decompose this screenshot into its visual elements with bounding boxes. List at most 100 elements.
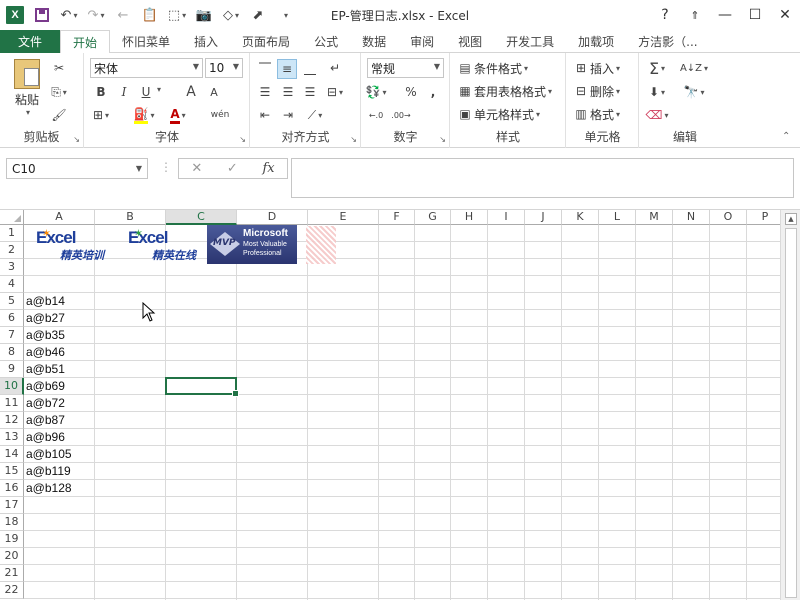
- align-middle-icon[interactable]: ≡: [277, 59, 297, 79]
- undo-icon[interactable]: ↶ ▾: [57, 4, 81, 26]
- select-objects-icon[interactable]: ⬚ ▾: [165, 4, 189, 26]
- insert-function-button[interactable]: fx: [262, 161, 274, 176]
- shrink-font-button[interactable]: A: [205, 83, 223, 101]
- row-header-8[interactable]: 8: [0, 344, 24, 361]
- increase-indent-icon[interactable]: ⇥: [279, 106, 297, 124]
- row-header-14[interactable]: 14: [0, 446, 24, 463]
- column-header-f[interactable]: F: [379, 210, 415, 225]
- formula-input[interactable]: [291, 158, 794, 198]
- row-header-16[interactable]: 16: [0, 480, 24, 497]
- excel-app-icon[interactable]: X: [6, 6, 24, 24]
- tab-insert[interactable]: 插入: [182, 30, 230, 53]
- underline-button[interactable]: U: [137, 83, 155, 101]
- cell-styles-button[interactable]: ▣ 单元格样式 ▾: [456, 105, 540, 123]
- paste-button[interactable]: 粘贴 ▾: [10, 59, 44, 117]
- column-header-j[interactable]: J: [525, 210, 562, 225]
- cut-icon[interactable]: ✂: [50, 59, 68, 77]
- row-header-19[interactable]: 19: [0, 531, 24, 548]
- font-launcher-icon[interactable]: ↘: [239, 135, 246, 144]
- column-header-m[interactable]: M: [636, 210, 673, 225]
- merge-center-icon[interactable]: ⊟ ▾: [326, 83, 344, 101]
- column-header-h[interactable]: H: [451, 210, 488, 225]
- conditional-format-button[interactable]: ▤ 条件格式 ▾: [456, 59, 528, 77]
- row-header-5[interactable]: 5: [0, 293, 24, 310]
- cell-a16[interactable]: a@b128: [24, 480, 95, 497]
- fill-color-icon[interactable]: ⛽ ▾: [133, 106, 154, 124]
- save-icon[interactable]: [30, 4, 54, 26]
- percent-button[interactable]: %: [402, 83, 420, 101]
- cell-a12[interactable]: a@b87: [24, 412, 95, 429]
- borders-icon[interactable]: ⊞ ▾: [92, 106, 110, 124]
- tab-classic-menu[interactable]: 怀旧菜单: [110, 30, 182, 53]
- row-header-1[interactable]: 1: [0, 225, 24, 242]
- mvp-logo[interactable]: MVP Microsoft Most Valuable Professional: [207, 225, 297, 264]
- decrease-indent-icon[interactable]: ⇤: [256, 106, 274, 124]
- shapes-icon[interactable]: ◇ ▾: [219, 4, 243, 26]
- row-header-2[interactable]: 2: [0, 242, 24, 259]
- insert-cells-button[interactable]: ⊞ 插入 ▾: [572, 59, 620, 77]
- underline-dropdown[interactable]: ▾: [155, 85, 161, 94]
- row-header-7[interactable]: 7: [0, 327, 24, 344]
- row-header-10[interactable]: 10: [0, 378, 24, 395]
- comma-button[interactable]: ,: [424, 83, 442, 101]
- row-header-9[interactable]: 9: [0, 361, 24, 378]
- formula-bar-resize-handle[interactable]: ⋮: [160, 160, 172, 174]
- close-button[interactable]: ✕: [770, 0, 800, 30]
- camera-icon[interactable]: 📷: [192, 4, 216, 26]
- tab-file[interactable]: 文件: [0, 30, 60, 53]
- cell-a9[interactable]: a@b51: [24, 361, 95, 378]
- align-top-icon[interactable]: ⎺: [256, 59, 274, 77]
- excel-training-logo[interactable]: Excel ✶ 精英培训: [26, 226, 118, 264]
- align-left-icon[interactable]: ☰: [256, 83, 274, 101]
- phonetic-icon[interactable]: wén: [211, 106, 230, 124]
- tab-view[interactable]: 视图: [446, 30, 494, 53]
- column-header-k[interactable]: K: [562, 210, 599, 225]
- copy-icon[interactable]: ⎘ ▾: [50, 83, 68, 101]
- help-button[interactable]: ?: [650, 0, 680, 30]
- sort-filter-icon[interactable]: A↓Z ▾: [680, 59, 708, 77]
- align-center-icon[interactable]: ☰: [279, 83, 297, 101]
- redo-icon[interactable]: ↷ ▾: [84, 4, 108, 26]
- grow-font-button[interactable]: A: [182, 83, 200, 101]
- format-painter-icon[interactable]: 🖌: [50, 106, 68, 124]
- row-header-4[interactable]: 4: [0, 276, 24, 293]
- delete-cells-button[interactable]: ⊟ 删除 ▾: [572, 82, 620, 100]
- tab-review[interactable]: 审阅: [398, 30, 446, 53]
- row-header-22[interactable]: 22: [0, 582, 24, 599]
- row-header-3[interactable]: 3: [0, 259, 24, 276]
- bold-button[interactable]: B: [92, 83, 110, 101]
- font-name-combo[interactable]: 宋体 ▼: [90, 58, 203, 78]
- cell-a5[interactable]: a@b14: [24, 293, 95, 310]
- tab-account[interactable]: 方洁影（...: [626, 30, 701, 53]
- find-select-icon[interactable]: 🔭 ▾: [684, 83, 705, 101]
- chart-icon[interactable]: ⬈: [246, 4, 270, 26]
- cell-a8[interactable]: a@b46: [24, 344, 95, 361]
- select-all-button[interactable]: [0, 210, 24, 225]
- spreadsheet-grid[interactable]: A B C D E F G H I J K L M N O P 1 2 3 4 5 6 7 8 9 10 11 12 13 14 15 16 1…: [0, 210, 780, 600]
- alignment-launcher-icon[interactable]: ↘: [350, 135, 357, 144]
- align-right-icon[interactable]: ☰: [301, 83, 319, 101]
- tab-formulas[interactable]: 公式: [302, 30, 350, 53]
- row-header-15[interactable]: 15: [0, 463, 24, 480]
- scroll-up-icon[interactable]: ▲: [785, 213, 797, 225]
- cell-a10[interactable]: a@b69: [24, 378, 95, 395]
- column-header-n[interactable]: N: [673, 210, 710, 225]
- cell-a15[interactable]: a@b119: [24, 463, 95, 480]
- column-header-d[interactable]: D: [237, 210, 308, 225]
- tab-add-ins[interactable]: 加载项: [566, 30, 626, 53]
- cell-a11[interactable]: a@b72: [24, 395, 95, 412]
- cancel-entry-icon[interactable]: ✕: [191, 161, 202, 176]
- customize-qat-icon[interactable]: ▾: [273, 4, 297, 26]
- active-cell-selection[interactable]: [165, 377, 239, 397]
- tab-home[interactable]: 开始: [60, 30, 111, 54]
- row-header-17[interactable]: 17: [0, 497, 24, 514]
- collapse-ribbon-icon[interactable]: ⌃: [782, 131, 790, 142]
- maximize-button[interactable]: ☐: [740, 0, 770, 30]
- column-header-g[interactable]: G: [415, 210, 451, 225]
- row-header-21[interactable]: 21: [0, 565, 24, 582]
- row-header-13[interactable]: 13: [0, 429, 24, 446]
- number-launcher-icon[interactable]: ↘: [439, 135, 446, 144]
- column-header-b[interactable]: B: [95, 210, 166, 225]
- decrease-decimal-icon[interactable]: .00→: [391, 106, 410, 124]
- vertical-scrollbar[interactable]: ▲: [780, 210, 800, 600]
